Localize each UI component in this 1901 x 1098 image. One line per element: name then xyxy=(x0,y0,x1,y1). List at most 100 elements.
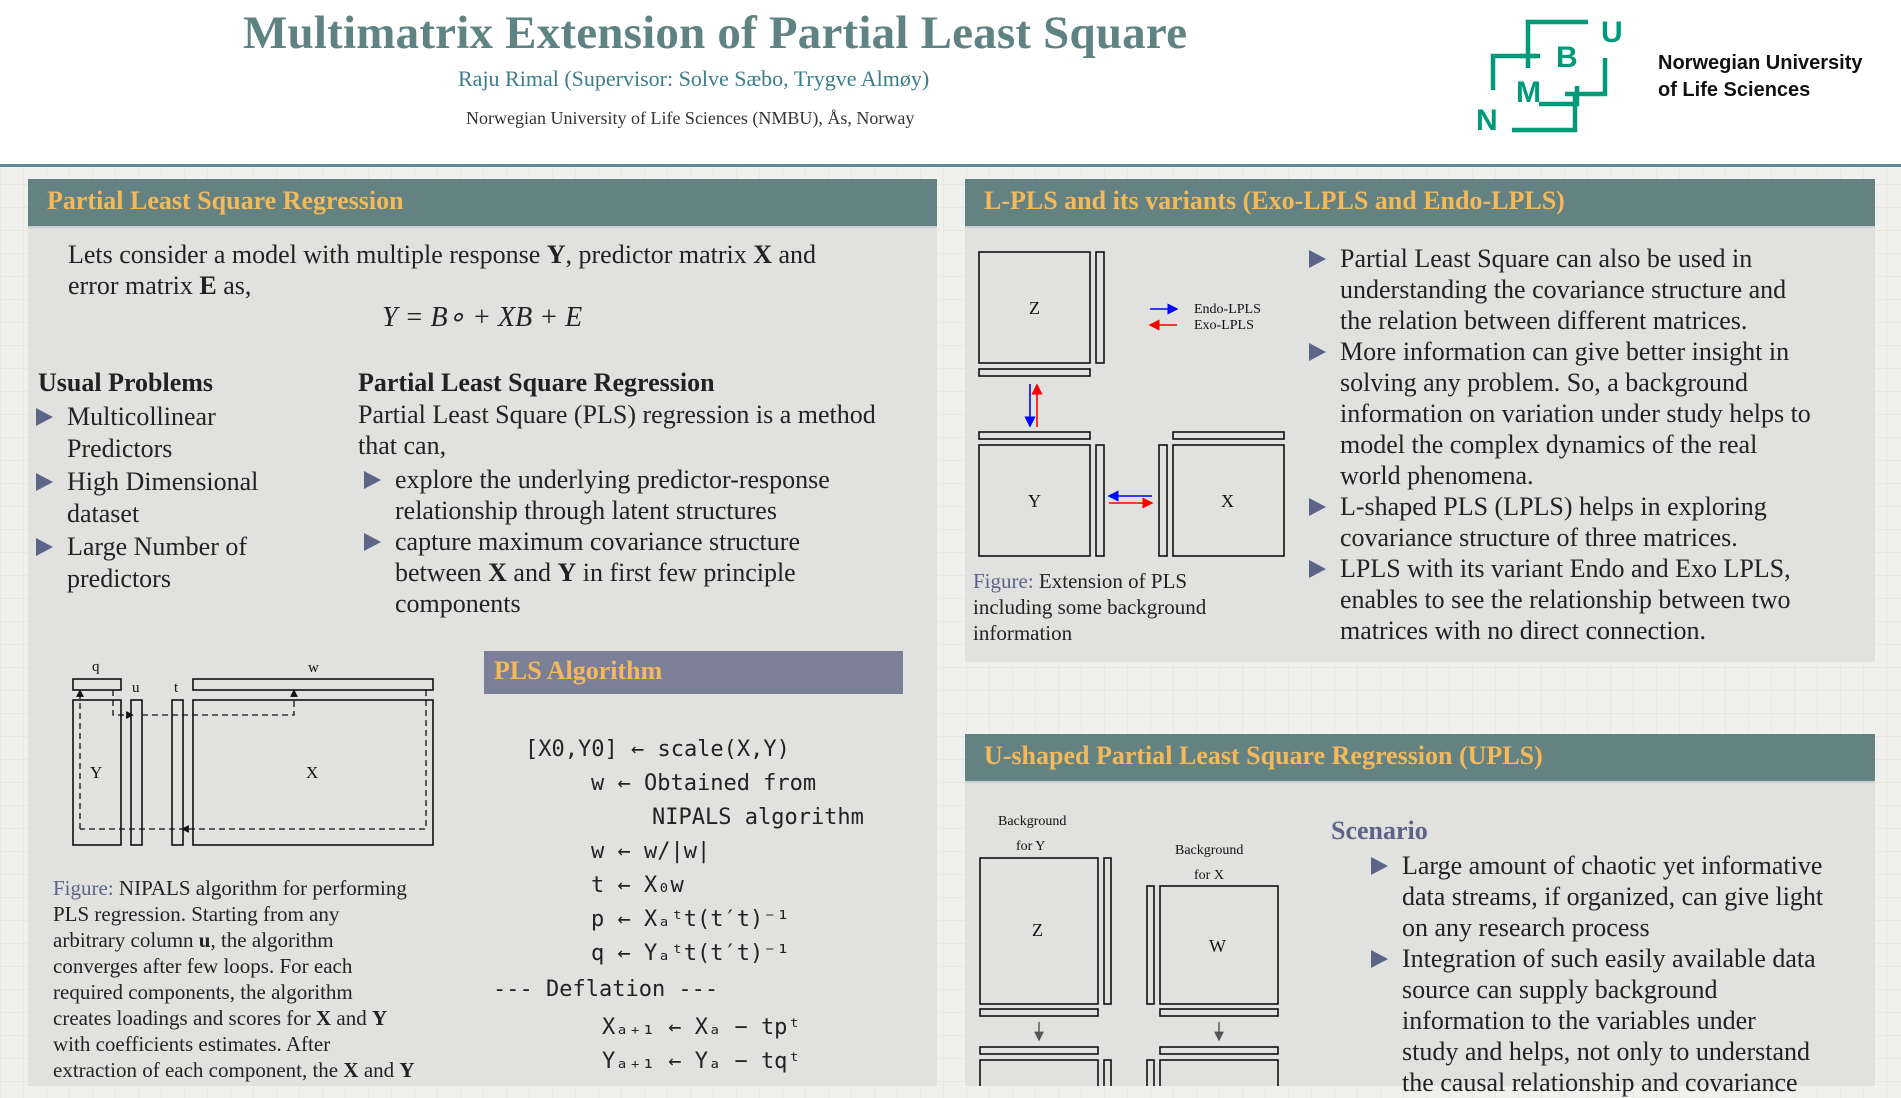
item-line: the relation between different matrices. xyxy=(1340,306,1748,335)
bullet-icon xyxy=(1309,343,1326,361)
list-item: Integration of such easily available dat… xyxy=(1365,943,1875,1098)
lpls-block-title: L-PLS and its variants (Exo-LPLS and End… xyxy=(984,186,1565,215)
item-line: capture maximum covariance structure xyxy=(395,527,800,556)
legend-exo-label: Exo-LPLS xyxy=(1194,318,1254,333)
legend-endo-label: Endo-LPLS xyxy=(1194,302,1261,317)
caption-line: Figure: Extension of PLS xyxy=(973,568,1273,594)
poster-authors: Raju Rimal (Supervisor: Solve Sæbo, Tryg… xyxy=(458,66,930,91)
caption-x: X xyxy=(315,1006,332,1030)
item-line: on any research process xyxy=(1402,913,1650,942)
u-vector xyxy=(130,699,143,846)
list-item: capture maximum covariance structure betw… xyxy=(358,526,928,619)
caption-text: and xyxy=(331,1006,372,1030)
item-line: understanding the covariance structure a… xyxy=(1340,275,1787,304)
bg-y-label-line1: Background xyxy=(998,814,1066,829)
item-line: enables to see the relationship between … xyxy=(1340,585,1791,614)
intro-x: X xyxy=(753,240,773,269)
list-item: L-shaped PLS (LPLS) helps in exploring co… xyxy=(1303,491,1873,553)
bullet-icon xyxy=(1309,560,1326,578)
caption-u: u xyxy=(198,928,211,952)
logo-text: Norwegian University of Life Sciences xyxy=(1658,50,1863,104)
list-item: LPLS with its variant Endo and Exo LPLS,… xyxy=(1303,553,1873,646)
item-line: model the complex dynamics of the real xyxy=(1340,430,1758,459)
caption-text: creates loadings and scores for xyxy=(53,1006,316,1030)
caption-line: converges after few loops. For each xyxy=(53,954,353,978)
algo-line: Xₐ₊₁ ← Xₐ − tpᵗ xyxy=(602,1015,801,1040)
x-loading xyxy=(1172,431,1285,440)
nipals-caption: Figure: NIPALS algorithm for performing … xyxy=(53,875,453,1083)
caption-y: Y xyxy=(371,1006,388,1030)
x-vector xyxy=(1158,444,1168,557)
item-line: source can supply background xyxy=(1402,975,1718,1004)
item-line: Large amount of chaotic yet informative xyxy=(1402,851,1823,880)
item-line: between X and Y in first few principle xyxy=(395,557,928,588)
poster-affiliation: Norwegian University of Life Sciences (N… xyxy=(466,108,915,128)
upls-block: U-shaped Partial Least Square Regression… xyxy=(965,734,1875,1097)
caption-line: extraction of each component, the X and … xyxy=(53,1057,453,1083)
text: and xyxy=(506,558,558,587)
algo-line: w ← w/|w| xyxy=(591,839,711,864)
caption-line: arbitrary column u, the algorithm xyxy=(53,927,453,953)
poster-header: Multimatrix Extension of Partial Least S… xyxy=(0,0,1901,167)
x-label: X xyxy=(1221,491,1234,511)
figure-label: Figure: xyxy=(973,569,1034,593)
scenario-heading: Scenario xyxy=(1331,816,1428,845)
item-line: dataset xyxy=(67,498,140,528)
item-line: LPLS with its variant Endo and Exo LPLS, xyxy=(1340,554,1791,583)
item-line: Predictors xyxy=(67,433,173,463)
intro-text: as, xyxy=(216,271,252,300)
w-label: W xyxy=(1209,936,1226,956)
y-vector xyxy=(1103,1059,1112,1086)
w-label: w xyxy=(308,660,319,676)
bullet-icon xyxy=(364,471,381,489)
x-loading xyxy=(1159,1046,1279,1055)
pls-algorithm-header: PLS Algorithm xyxy=(484,651,903,694)
logo-text-line2: of Life Sciences xyxy=(1658,79,1811,101)
list-item: Large amount of chaotic yet informative d… xyxy=(1365,850,1875,943)
item-line: explore the underlying predictor-respons… xyxy=(395,465,830,494)
algo-line: Yₐ₊₁ ← Yₐ − tqᵗ xyxy=(602,1049,801,1074)
logo-text-line1: Norwegian University xyxy=(1658,52,1863,74)
usual-problems-heading: Usual Problems xyxy=(38,368,214,397)
item-line: Multicollinear xyxy=(67,402,216,431)
intro-text: error matrix xyxy=(68,271,200,300)
item-line: components xyxy=(395,589,521,618)
scenario-bullets: Large amount of chaotic yet informative d… xyxy=(1365,850,1875,1098)
bullet-icon xyxy=(1309,250,1326,268)
bullet-icon xyxy=(364,533,381,551)
bullet-icon xyxy=(1371,857,1388,875)
caption-text: arbitrary column xyxy=(53,928,199,952)
bullet-icon xyxy=(36,473,53,491)
item-line: High Dimensional xyxy=(67,467,259,496)
list-item: Partial Least Square can also be used in… xyxy=(1303,243,1873,336)
upls-block-header: U-shaped Partial Least Square Regression… xyxy=(965,734,1875,783)
lpls-bullets: Partial Least Square can also be used in… xyxy=(1303,243,1873,646)
bullet-icon xyxy=(1371,950,1388,968)
caption-line: creates loadings and scores for X and Y xyxy=(53,1005,453,1031)
pls-intro-line2: error matrix E as, xyxy=(68,270,928,301)
item-line: matrices with no direct connection. xyxy=(1340,616,1707,645)
caption-line: required components, the algorithm xyxy=(53,980,353,1004)
algo-line: q ← Yₐᵗt(t′t)⁻¹ xyxy=(591,941,790,966)
algo-line: t ← X₀w xyxy=(591,873,684,898)
item-line: relationship through latent structures xyxy=(395,496,777,525)
algo-line: p ← Xₐᵗt(t′t)⁻¹ xyxy=(591,907,790,932)
nmbu-logo-icon: N M B U xyxy=(1476,16,1623,134)
y-vector xyxy=(1095,444,1105,557)
logo-letter-n: N xyxy=(1476,104,1498,134)
logo-letter-u: U xyxy=(1601,16,1623,49)
z-vector xyxy=(1103,857,1112,1005)
pls-block: Partial Least Square Regression Lets con… xyxy=(28,179,937,1086)
intro-text: , predictor matrix xyxy=(565,240,754,269)
text: between xyxy=(395,558,489,587)
y-loading xyxy=(978,431,1091,440)
pls-block-header: Partial Least Square Regression xyxy=(28,179,937,228)
intro-y: Y xyxy=(546,240,566,269)
plsr-list: explore the underlying predictor-respons… xyxy=(358,464,928,619)
upls-diagram: Background for Y Background for X Z W xyxy=(979,814,1279,1086)
caption-text: Extension of PLS xyxy=(1033,569,1188,593)
item-line: information on variation under study hel… xyxy=(1340,399,1811,428)
lpls-caption: Figure: Extension of PLS including some … xyxy=(973,568,1273,646)
item-line: Partial Least Square can also be used in xyxy=(1340,244,1753,273)
list-item: More information can give better insight… xyxy=(1303,336,1873,491)
